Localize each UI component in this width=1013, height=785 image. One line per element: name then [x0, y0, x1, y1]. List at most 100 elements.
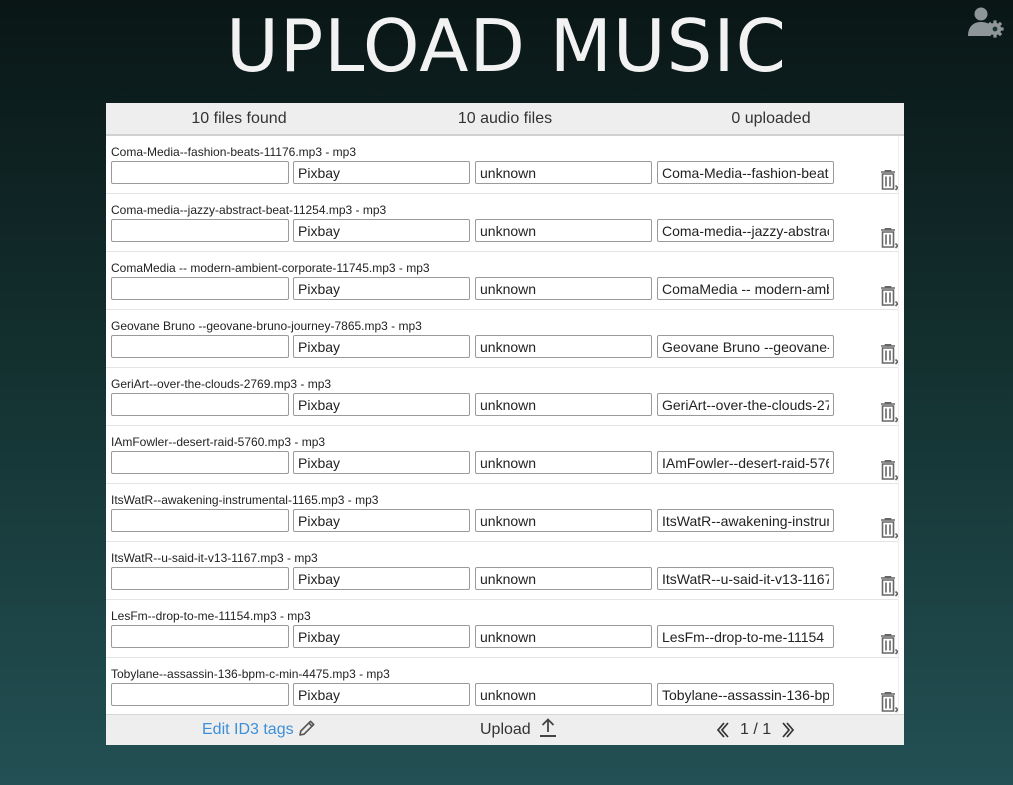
- trash-icon: [881, 460, 898, 481]
- upload-button[interactable]: Upload: [480, 715, 557, 745]
- title-input[interactable]: [111, 219, 289, 242]
- file-row: Geovane Bruno --geovane-bruno-journey-78…: [106, 310, 898, 368]
- album-input[interactable]: [475, 219, 652, 242]
- filename-input[interactable]: [657, 451, 834, 474]
- trash-icon: [881, 634, 898, 655]
- artist-input[interactable]: [293, 451, 470, 474]
- title-input[interactable]: [111, 335, 289, 358]
- filename-input[interactable]: [657, 625, 834, 648]
- audio-files-count: 10 audio files: [457, 110, 553, 127]
- title-input[interactable]: [111, 277, 289, 300]
- delete-file-button[interactable]: [879, 576, 898, 598]
- edit-id3-tags-button[interactable]: Edit ID3 tags: [202, 715, 316, 745]
- trash-icon: [881, 228, 898, 249]
- edit-id3-tags-label: Edit ID3 tags: [202, 721, 294, 738]
- filename-input[interactable]: [657, 683, 834, 706]
- trash-icon: [881, 402, 898, 423]
- artist-input[interactable]: [293, 393, 470, 416]
- user-settings-button[interactable]: [967, 6, 1005, 38]
- artist-input[interactable]: [293, 567, 470, 590]
- next-page-button[interactable]: [781, 721, 795, 739]
- file-label: Coma-Media--fashion-beats-11176.mp3 - mp…: [111, 145, 356, 159]
- file-label: Geovane Bruno --geovane-bruno-journey-78…: [111, 319, 422, 333]
- stats-bar: 10 files found 10 audio files 0 uploaded: [106, 103, 904, 136]
- delete-file-button[interactable]: [879, 518, 898, 540]
- delete-file-button[interactable]: [879, 402, 898, 424]
- filename-input[interactable]: [657, 161, 834, 184]
- pencil-icon: [298, 720, 315, 736]
- delete-file-button[interactable]: [879, 692, 898, 714]
- delete-file-button[interactable]: [879, 634, 898, 656]
- file-label: ComaMedia -- modern-ambient-corporate-11…: [111, 261, 430, 275]
- prev-page-button[interactable]: [716, 721, 730, 739]
- artist-input[interactable]: [293, 219, 470, 242]
- artist-input[interactable]: [293, 335, 470, 358]
- title-input[interactable]: [111, 509, 289, 532]
- title-input[interactable]: [111, 625, 289, 648]
- trash-icon: [881, 518, 898, 539]
- album-input[interactable]: [475, 161, 652, 184]
- album-input[interactable]: [475, 277, 652, 300]
- chevron-left-icon: [716, 722, 729, 738]
- album-input[interactable]: [475, 393, 652, 416]
- upload-panel: 10 files found 10 audio files 0 uploaded…: [106, 103, 904, 745]
- file-label: GeriArt--over-the-clouds-2769.mp3 - mp3: [111, 377, 332, 391]
- delete-file-button[interactable]: [879, 460, 898, 482]
- chevron-right-icon: [782, 722, 795, 738]
- filename-input[interactable]: [657, 277, 834, 300]
- user-gear-icon: [968, 7, 1004, 38]
- file-label: Tobylane--assassin-136-bpm-c-min-4475.mp…: [111, 667, 390, 681]
- file-list[interactable]: Coma-Media--fashion-beats-11176.mp3 - mp…: [106, 136, 899, 714]
- upload-label: Upload: [480, 721, 531, 738]
- file-row: Coma-Media--fashion-beats-11176.mp3 - mp…: [106, 136, 898, 194]
- file-row: ItsWatR--awakening-instrumental-1165.mp3…: [106, 484, 898, 542]
- file-label: ItsWatR--awakening-instrumental-1165.mp3…: [111, 493, 379, 507]
- artist-input[interactable]: [293, 683, 470, 706]
- trash-icon: [881, 576, 898, 597]
- file-row: ItsWatR--u-said-it-v13-1167.mp3 - mp3: [106, 542, 898, 600]
- filename-input[interactable]: [657, 509, 834, 532]
- album-input[interactable]: [475, 335, 652, 358]
- file-label: ItsWatR--u-said-it-v13-1167.mp3 - mp3: [111, 551, 318, 565]
- file-row: Coma-media--jazzy-abstract-beat-11254.mp…: [106, 194, 898, 252]
- file-label: IAmFowler--desert-raid-5760.mp3 - mp3: [111, 435, 326, 449]
- title-input[interactable]: [111, 161, 289, 184]
- trash-icon: [881, 286, 898, 307]
- artist-input[interactable]: [293, 509, 470, 532]
- title-input[interactable]: [111, 451, 289, 474]
- file-label: LesFm--drop-to-me-11154.mp3 - mp3: [111, 609, 311, 623]
- artist-input[interactable]: [293, 277, 470, 300]
- delete-file-button[interactable]: [879, 286, 898, 308]
- title-input[interactable]: [111, 567, 289, 590]
- delete-file-button[interactable]: [879, 170, 898, 192]
- filename-input[interactable]: [657, 567, 834, 590]
- file-row: ComaMedia -- modern-ambient-corporate-11…: [106, 252, 898, 310]
- artist-input[interactable]: [293, 625, 470, 648]
- album-input[interactable]: [475, 625, 652, 648]
- artist-input[interactable]: [293, 161, 470, 184]
- title-input[interactable]: [111, 683, 289, 706]
- title-input[interactable]: [111, 393, 289, 416]
- file-row: Tobylane--assassin-136-bpm-c-min-4475.mp…: [106, 658, 898, 714]
- filename-input[interactable]: [657, 335, 834, 358]
- trash-icon: [881, 344, 898, 365]
- page-title: UPLOAD MUSIC: [226, 4, 787, 88]
- file-row: IAmFowler--desert-raid-5760.mp3 - mp3: [106, 426, 898, 484]
- album-input[interactable]: [475, 683, 652, 706]
- album-input[interactable]: [475, 451, 652, 474]
- file-row: LesFm--drop-to-me-11154.mp3 - mp3: [106, 600, 898, 658]
- pagination: 1 / 1: [716, 715, 795, 745]
- album-input[interactable]: [475, 509, 652, 532]
- upload-icon: [539, 718, 556, 737]
- delete-file-button[interactable]: [879, 344, 898, 366]
- files-found-count: 10 files found: [191, 110, 287, 127]
- action-bar: Edit ID3 tags Upload 1 / 1: [106, 714, 904, 745]
- page-indicator: 1 / 1: [740, 721, 772, 738]
- trash-icon: [881, 692, 898, 713]
- album-input[interactable]: [475, 567, 652, 590]
- file-row: GeriArt--over-the-clouds-2769.mp3 - mp3: [106, 368, 898, 426]
- delete-file-button[interactable]: [879, 228, 898, 250]
- uploaded-count: 0 uploaded: [731, 110, 811, 127]
- filename-input[interactable]: [657, 393, 834, 416]
- filename-input[interactable]: [657, 219, 834, 242]
